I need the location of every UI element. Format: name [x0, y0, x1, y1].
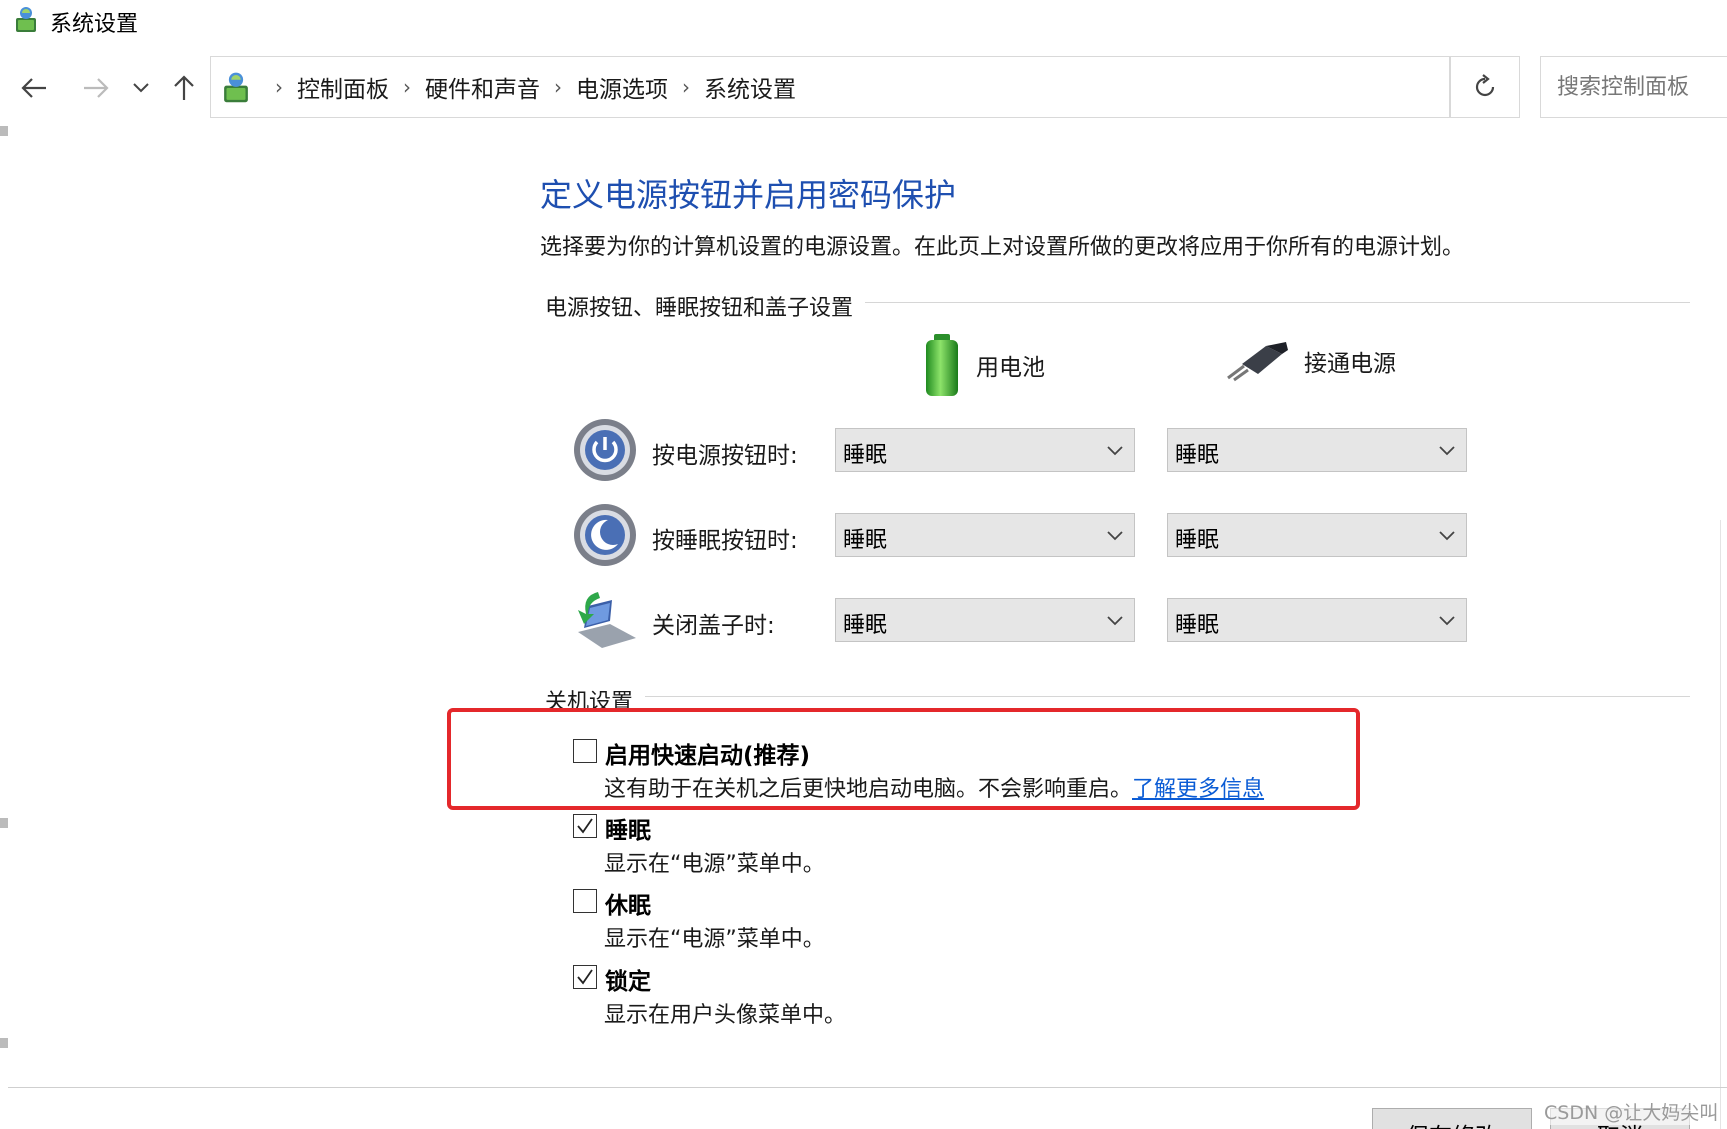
- control-panel-icon: [224, 72, 248, 103]
- refresh-button[interactable]: [1450, 56, 1520, 118]
- power-button-plugged-select[interactable]: 睡眠: [1167, 428, 1467, 472]
- lid-close-label: 关闭盖子时:: [652, 613, 775, 639]
- chevron-down-icon: [1107, 446, 1123, 456]
- sleep-icon: [574, 504, 636, 566]
- select-value: 睡眠: [843, 443, 888, 468]
- scrollbar-track: [1720, 520, 1721, 1129]
- footer-divider: [8, 1087, 1727, 1088]
- chevron-down-icon: [1439, 531, 1455, 541]
- sleep-option-title[interactable]: 睡眠: [605, 811, 651, 845]
- plugged-column-label: 接通电源: [1304, 351, 1396, 377]
- chevron-down-icon: [1107, 531, 1123, 541]
- annotation-highlight-box: [447, 708, 1360, 810]
- battery-column-header: 用电池: [922, 332, 1045, 398]
- breadcrumb: › 控制面板 › 硬件和声音 › 电源选项 › 系统设置: [261, 57, 796, 117]
- sleep-button-plugged-select[interactable]: 睡眠: [1167, 513, 1467, 557]
- window-title: 系统设置: [50, 12, 139, 37]
- select-value: 睡眠: [843, 613, 888, 638]
- chevron-right-icon: ›: [275, 75, 283, 99]
- page-description: 选择要为你的计算机设置的电源设置。在此页上对设置所做的更改将应用于你所有的电源计…: [540, 235, 1465, 260]
- back-button[interactable]: [14, 56, 54, 120]
- chevron-down-icon: [1439, 446, 1455, 456]
- power-button-label: 按电源按钮时:: [652, 443, 798, 469]
- search-box[interactable]: [1540, 56, 1727, 118]
- hibernate-checkbox[interactable]: [573, 889, 597, 913]
- select-value: 睡眠: [1175, 613, 1220, 638]
- lid-close-plugged-select[interactable]: 睡眠: [1167, 598, 1467, 642]
- select-value: 睡眠: [1175, 443, 1220, 468]
- section-divider: [545, 696, 1690, 697]
- breadcrumb-control-panel[interactable]: 控制面板: [297, 70, 389, 104]
- breadcrumb-power-options[interactable]: 电源选项: [576, 70, 668, 104]
- laptop-lid-icon: [578, 592, 636, 648]
- title-bar: 系统设置: [0, 0, 1727, 40]
- sleep-button-label: 按睡眠按钮时:: [652, 528, 798, 554]
- select-value: 睡眠: [1175, 528, 1220, 553]
- checkmark-icon: [577, 969, 593, 985]
- system-settings-window: 系统设置 › 控制面板 › 硬件和声音 › 电源选项 › 系统设置 搜索控制面板…: [0, 0, 1727, 1129]
- arrow-left-icon: [21, 78, 46, 98]
- chevron-right-icon[interactable]: ›: [403, 75, 411, 99]
- lid-close-battery-select[interactable]: 睡眠: [835, 598, 1135, 642]
- plugged-column-header: 接通电源: [1224, 340, 1396, 382]
- search-input[interactable]: [1541, 57, 1727, 117]
- sleep-checkbox[interactable]: [573, 814, 597, 838]
- chevron-down-icon: [1439, 616, 1455, 626]
- edge-marker: [0, 818, 8, 828]
- breadcrumb-hardware-sound[interactable]: 硬件和声音: [425, 70, 540, 104]
- checkmark-icon: [577, 818, 593, 834]
- chevron-right-icon[interactable]: ›: [554, 75, 562, 99]
- lock-option-description: 显示在用户头像菜单中。: [604, 1003, 847, 1028]
- arrow-right-icon: [84, 78, 109, 98]
- save-changes-button[interactable]: 保存修改: [1372, 1108, 1532, 1129]
- battery-column-label: 用电池: [976, 355, 1045, 381]
- arrow-up-icon: [174, 75, 194, 100]
- up-button[interactable]: [164, 56, 204, 120]
- lock-option-title[interactable]: 锁定: [605, 962, 651, 996]
- chevron-down-icon: [133, 83, 149, 93]
- address-bar[interactable]: › 控制面板 › 硬件和声音 › 电源选项 › 系统设置: [210, 56, 1642, 118]
- hibernate-option-title[interactable]: 休眠: [605, 886, 651, 920]
- sleep-option-description: 显示在“电源”菜单中。: [604, 852, 825, 877]
- hibernate-option-description: 显示在“电源”菜单中。: [604, 927, 825, 952]
- chevron-down-icon: [1107, 616, 1123, 626]
- power-plug-icon: [1227, 342, 1288, 382]
- control-panel-icon: [16, 7, 36, 32]
- power-icon: [574, 419, 636, 481]
- navigation-bar: › 控制面板 › 硬件和声音 › 电源选项 › 系统设置: [0, 56, 1727, 120]
- page-title: 定义电源按钮并启用密码保护: [540, 176, 957, 214]
- forward-button[interactable]: [76, 56, 116, 120]
- sleep-button-battery-select[interactable]: 睡眠: [835, 513, 1135, 557]
- edge-marker: [0, 126, 8, 136]
- watermark: CSDN @让大妈尖叫: [1544, 1098, 1719, 1125]
- edge-marker: [0, 1038, 8, 1048]
- power-button-battery-select[interactable]: 睡眠: [835, 428, 1135, 472]
- lock-checkbox[interactable]: [573, 965, 597, 989]
- power-buttons-section-title: 电源按钮、睡眠按钮和盖子设置: [545, 290, 866, 322]
- refresh-icon: [1475, 74, 1495, 97]
- battery-icon: [926, 334, 958, 396]
- recent-locations-button[interactable]: [124, 56, 158, 120]
- select-value: 睡眠: [843, 528, 888, 553]
- chevron-right-icon[interactable]: ›: [682, 75, 690, 99]
- breadcrumb-system-settings[interactable]: 系统设置: [704, 70, 796, 104]
